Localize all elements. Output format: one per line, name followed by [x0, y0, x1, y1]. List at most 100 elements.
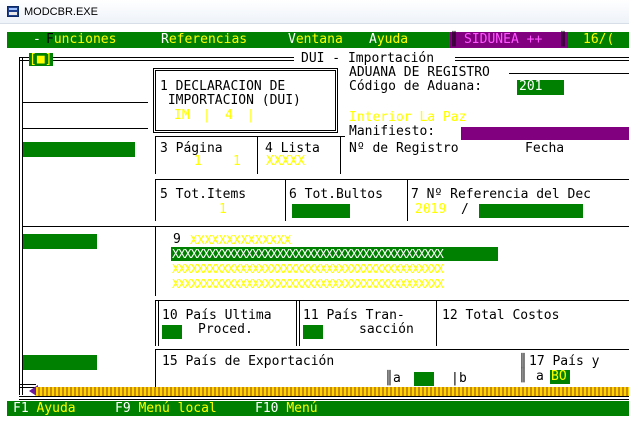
box10-left-edge — [155, 300, 159, 346]
menu-referencias-label: eferencias — [168, 32, 248, 47]
system-name-bar-right: ║ — [559, 32, 567, 47]
transaction-country-label2: sacción — [359, 322, 414, 337]
menu-ayuda[interactable]: Ayuda — [369, 33, 408, 47]
box5-right-edge — [285, 179, 286, 221]
box9-label: 9 — [173, 232, 181, 247]
transaction-country-field[interactable] — [303, 325, 323, 339]
total-items-label: 5 Tot.Items — [160, 187, 247, 202]
manifest-label: Manifiesto: — [349, 124, 436, 139]
row3-top-line — [155, 179, 629, 180]
last-origin-country-field[interactable] — [162, 325, 182, 339]
console-app-icon — [7, 6, 19, 17]
box17-edge-top: ║ — [519, 354, 527, 369]
row2-top-line — [155, 136, 345, 137]
row4-left-edge — [155, 226, 156, 296]
menu-ventana[interactable]: Ventana — [288, 33, 343, 47]
manifest-field[interactable] — [461, 127, 629, 140]
row6-left-edge — [155, 349, 156, 387]
status-main-menu-key: F10 — [255, 401, 279, 416]
system-name-bar-left: ║ — [450, 32, 458, 47]
menu-dash: - — [33, 32, 41, 47]
box17-edge-bottom: ║ — [519, 368, 527, 383]
status-main-menu[interactable]: F10 Menú — [255, 402, 318, 416]
left-divider-2 — [23, 128, 148, 129]
frame-bottom-line — [19, 396, 629, 400]
page-values[interactable]: 1 1 — [186, 155, 241, 169]
window-title: MODCBR.EXE — [24, 6, 98, 18]
registry-number-label: Nº de Registro — [349, 141, 459, 156]
clock-date: 16/( — [583, 32, 615, 47]
reference-label: 7 Nº Referencia del Dec — [411, 187, 592, 202]
frame-top-right — [455, 57, 629, 61]
status-help-key: F1 — [13, 401, 29, 416]
menu-funciones[interactable]: Funciones — [46, 33, 116, 47]
customs-heading-line — [509, 73, 629, 74]
menu-bar: - Funciones Referencias Ventana Ayuda ║ … — [7, 32, 629, 48]
row4-top-line — [23, 226, 629, 227]
dos-console: - Funciones Referencias Ventana Ayuda ║ … — [7, 24, 629, 416]
box9-line1[interactable]: XXXXXXXXXXXXXXXXXXXXXXXXXXXXXXXXXXXXXXXX… — [172, 247, 444, 261]
left-field-2[interactable] — [23, 234, 97, 249]
export-country-sub-b: b — [459, 371, 467, 386]
frame-top-left — [19, 57, 294, 61]
reference-number-field[interactable] — [479, 204, 583, 218]
status-local-menu[interactable]: F9 Menú local — [115, 402, 217, 416]
row5-top-line — [155, 300, 629, 301]
box9-line2[interactable]: XXXXXXXXXXXXXXXXXXXXXXXXXXXXXXXXXXXXXXXX… — [172, 262, 444, 276]
form-title: DUI - Importación — [301, 51, 435, 66]
left-field-1[interactable] — [23, 142, 135, 157]
menu-ventana-hotkey: V — [288, 32, 296, 47]
customs-office-name: Interior La Paz — [349, 110, 467, 125]
reference-year[interactable]: 2019 — [415, 203, 446, 217]
export-country-sub-a-bar: ║ — [385, 371, 393, 386]
total-packages-field[interactable] — [292, 204, 350, 218]
destination-country-label: 17 País y — [529, 354, 600, 369]
total-items-value[interactable]: 1 — [219, 203, 227, 217]
declaration-type-code[interactable]: IM — [174, 109, 190, 123]
list-values[interactable]: XXXXX — [266, 155, 305, 169]
menu-funciones-hotkey: F — [46, 32, 54, 47]
box4-right-edge — [340, 136, 341, 174]
menu-ventana-label: entana — [295, 32, 343, 47]
left-field-3[interactable] — [23, 355, 97, 370]
destination-country-value: BO — [551, 369, 567, 384]
row2-left-edge — [155, 136, 156, 174]
box11-left-edge — [296, 300, 300, 346]
export-country-label: 15 País de Exportación — [162, 354, 335, 369]
row3-left-edge — [155, 179, 156, 221]
status-main-menu-label: Menú — [286, 401, 318, 416]
status-help[interactable]: F1 Ayuda — [13, 402, 76, 416]
export-country-sub-b-bar: | — [451, 371, 459, 386]
declaration-line2: IMPORTACION (DUI) — [160, 93, 301, 108]
registry-date-label: Fecha — [525, 141, 565, 156]
box9-line0[interactable]: XXXXXXXXXXXXXX — [190, 233, 291, 247]
last-origin-country-label: 10 País Ultima — [162, 308, 272, 323]
box12-left-edge — [436, 300, 437, 346]
total-packages-label: 6 Tot.Bultos — [289, 187, 383, 202]
menu-ayuda-hotkey: A — [369, 32, 377, 47]
customs-code-value: 201 — [519, 79, 543, 94]
status-help-label: Ayuda — [36, 401, 76, 416]
export-country-sub-a: a — [393, 371, 401, 386]
box6-right-edge — [407, 179, 408, 221]
system-name: SIDUNEA ++ — [464, 32, 543, 47]
declaration-sep1: | — [203, 108, 211, 123]
row6-top-line — [155, 349, 629, 350]
destination-country-sub-a: a — [536, 369, 544, 384]
total-costs-label: 12 Total Costos — [442, 308, 560, 323]
box3-right-edge — [257, 136, 258, 174]
box9-line3[interactable]: XXXXXXXXXXXXXXXXXXXXXXXXXXXXXXXXXXXXXXXX… — [172, 277, 444, 291]
customs-code-label: Código de Aduana: — [349, 79, 483, 94]
status-local-menu-key: F9 — [115, 401, 131, 416]
customs-heading: ADUANA DE REGISTRO — [349, 65, 490, 80]
declaration-copy-number[interactable]: 4 — [225, 109, 233, 123]
status-local-menu-label: Menú local — [138, 401, 217, 416]
menu-referencias[interactable]: Referencias — [161, 33, 247, 47]
menu-funciones-label: unciones — [53, 32, 117, 47]
status-bar: F1 Ayuda F9 Menú local F10 Menú — [7, 401, 629, 416]
menu-referencias-hotkey: R — [161, 32, 169, 47]
window-titlebar: MODCBR.EXE — [0, 0, 629, 24]
window-close-marker[interactable]: [■] — [29, 53, 52, 67]
export-country-field-a[interactable] — [414, 372, 434, 386]
declaration-line1: 1 DECLARACION DE — [160, 79, 286, 94]
